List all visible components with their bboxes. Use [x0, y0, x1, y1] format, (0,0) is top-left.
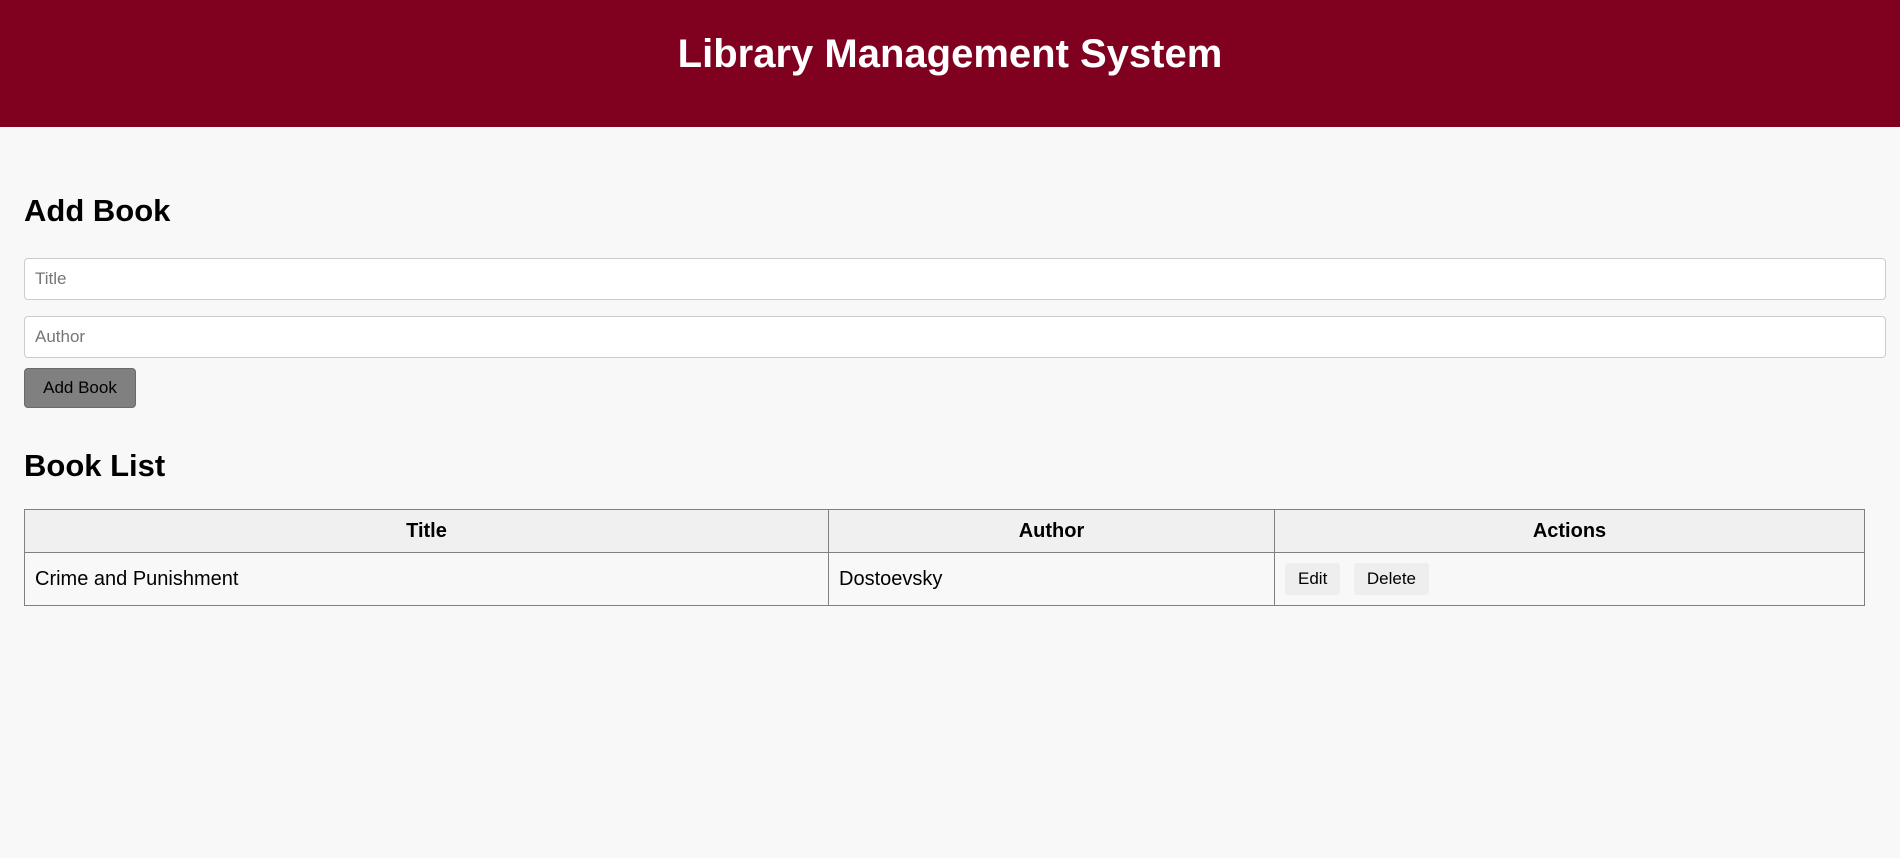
add-book-section: Add Book Add Book — [24, 127, 1886, 408]
add-book-heading: Add Book — [24, 193, 171, 228]
title-input[interactable] — [24, 258, 1886, 300]
table-row: Crime and Punishment Dostoevsky Edit Del… — [24, 552, 1865, 606]
edit-button[interactable]: Edit — [1285, 563, 1341, 595]
book-list-section: Book List Title Author Actions Crime and… — [24, 450, 1876, 606]
column-header-actions: Actions — [1274, 509, 1865, 553]
table-header-row: Title Author Actions — [24, 509, 1865, 553]
add-book-button[interactable]: Add Book — [24, 368, 136, 408]
column-header-author: Author — [828, 509, 1275, 553]
book-actions-cell: Edit Delete — [1274, 552, 1865, 606]
author-input[interactable] — [24, 316, 1886, 358]
delete-button[interactable]: Delete — [1353, 563, 1429, 595]
app-header: Library Management System — [0, 0, 1900, 127]
book-author-cell: Dostoevsky — [828, 552, 1275, 606]
app-title: Library Management System — [677, 32, 1223, 76]
book-title-cell: Crime and Punishment — [24, 552, 829, 606]
book-list-heading: Book List — [24, 448, 166, 483]
main-content: Add Book Add Book Book List Title Author… — [0, 127, 1900, 606]
book-table: Title Author Actions Crime and Punishmen… — [24, 509, 1865, 606]
column-header-title: Title — [24, 509, 829, 553]
